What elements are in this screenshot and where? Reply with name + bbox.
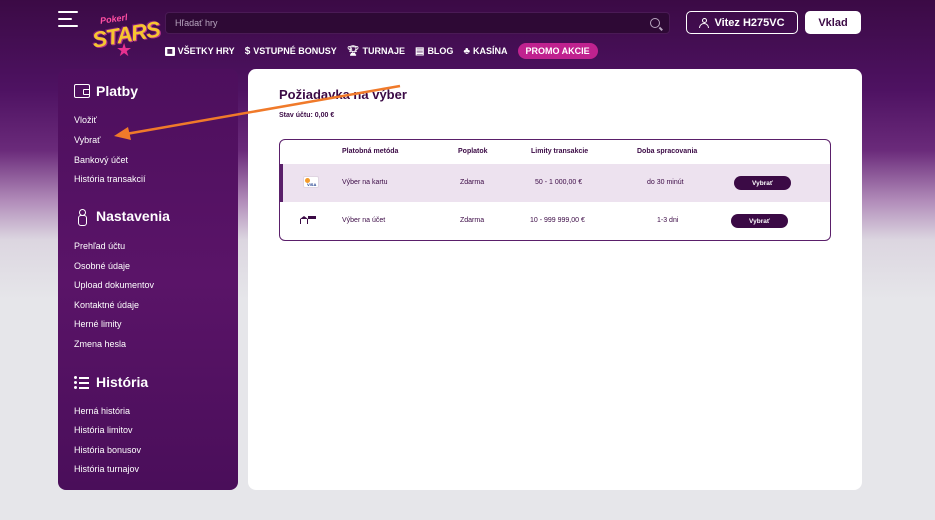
sidebar-item-limits-history[interactable]: História limitov xyxy=(74,425,133,435)
withdraw-card-button[interactable]: Vybrať xyxy=(734,176,791,190)
star-icon: ★ xyxy=(116,40,133,60)
account-balance: Stav účtu: 0,00 € xyxy=(279,112,335,119)
column-header-limits: Limity transakcie xyxy=(531,148,589,155)
sidebar-item-transaction-history[interactable]: História transakcií xyxy=(74,174,146,184)
row-method: Výber na kartu xyxy=(342,179,388,186)
row-fee: Zdarma xyxy=(460,217,485,224)
table-row[interactable]: Výber na kartu Zdarma 50 - 1 000,00 € do… xyxy=(280,164,830,202)
search-bar xyxy=(165,12,670,34)
withdraw-bank-button[interactable]: Vybrať xyxy=(731,214,788,228)
page-title: Požiadavka na výber xyxy=(279,87,407,102)
list-icon xyxy=(74,375,90,389)
section-title-settings: Nastavenia xyxy=(74,208,170,226)
withdrawal-panel: Požiadavka na výber Stav účtu: 0,00 € Pl… xyxy=(248,69,862,490)
nav-label: BLOG xyxy=(427,46,454,56)
search-input[interactable] xyxy=(166,13,669,33)
nav-label: TURNAJE xyxy=(362,46,405,56)
dollar-icon: $ xyxy=(244,45,251,57)
person-icon xyxy=(74,209,90,226)
row-method: Výber na účet xyxy=(342,217,386,224)
account-sidebar: Platby Vložiť Vybrať Bankový účet Histór… xyxy=(58,69,238,490)
sidebar-item-bank-account[interactable]: Bankový účet xyxy=(74,155,128,165)
deposit-button[interactable]: Vklad xyxy=(805,11,861,34)
sidebar-item-deposit[interactable]: Vložiť xyxy=(74,115,97,125)
table-row[interactable]: Výber na účet Zdarma 10 - 999 999,00 € 1… xyxy=(280,202,830,240)
nav-blog[interactable]: ▤ BLOG xyxy=(415,46,453,57)
nav-label: KASÍNA xyxy=(473,46,508,56)
sidebar-item-contact-data[interactable]: Kontaktné údaje xyxy=(74,300,139,310)
nav-promo-button[interactable]: PROMO AKCIE xyxy=(517,43,598,59)
section-title-payments: Platby xyxy=(74,83,138,99)
user-account-button[interactable]: Vitez H275VC xyxy=(686,11,798,34)
section-title-text: História xyxy=(96,374,149,390)
sidebar-item-game-history[interactable]: Herná história xyxy=(74,406,130,416)
nav-all-games[interactable]: ▦ VŠETKY HRY xyxy=(165,46,235,56)
payment-methods-table: Platobná metóda Poplatok Limity transakc… xyxy=(279,139,831,241)
search-icon[interactable] xyxy=(650,18,660,28)
nav-label: VŠETKY HRY xyxy=(177,46,235,56)
sidebar-item-bonus-history[interactable]: História bonusov xyxy=(74,445,141,455)
table-header: Platobná metóda Poplatok Limity transakc… xyxy=(280,140,830,164)
trophy-icon: 🏆︎ xyxy=(346,45,360,57)
sidebar-item-game-limits[interactable]: Herné limity xyxy=(74,319,122,329)
user-icon xyxy=(699,17,710,28)
sidebar-item-upload-documents[interactable]: Upload dokumentov xyxy=(74,280,154,290)
sidebar-item-account-overview[interactable]: Prehľad účtu xyxy=(74,241,125,251)
top-navigation: ▦ VŠETKY HRY $ VSTUPNÉ BONUSY 🏆︎ TURNAJE… xyxy=(165,43,598,59)
logo[interactable]: Pokerl STARS ★ xyxy=(90,12,161,60)
nav-label: VSTUPNÉ BONUSY xyxy=(253,46,337,56)
row-limits: 10 - 999 999,00 € xyxy=(530,217,585,224)
bank-icon xyxy=(300,216,316,226)
column-header-method: Platobná metóda xyxy=(342,148,399,155)
sidebar-item-personal-data[interactable]: Osobné údaje xyxy=(74,261,130,271)
visa-card-icon xyxy=(303,176,319,188)
column-header-fee: Poplatok xyxy=(458,148,488,155)
row-processing-time: 1-3 dni xyxy=(657,217,679,224)
casino-icon: ♣ xyxy=(463,45,470,57)
sidebar-item-change-password[interactable]: Zmena hesla xyxy=(74,339,126,349)
row-limits: 50 - 1 000,00 € xyxy=(535,179,583,186)
wallet-icon xyxy=(74,84,90,98)
sidebar-item-withdraw[interactable]: Vybrať xyxy=(74,135,101,145)
blog-icon: ▤ xyxy=(414,45,425,57)
nav-bonuses[interactable]: $ VSTUPNÉ BONUSY xyxy=(245,46,337,57)
column-header-processing-time: Doba spracovania xyxy=(637,148,698,155)
sidebar-item-tournament-history[interactable]: História turnajov xyxy=(74,464,139,474)
games-icon: ▦ xyxy=(165,46,175,56)
section-title-text: Platby xyxy=(96,83,139,99)
nav-casinos[interactable]: ♣ KASÍNA xyxy=(463,46,507,57)
row-fee: Zdarma xyxy=(460,179,485,186)
user-name: Vitez H275VC xyxy=(714,16,785,29)
section-title-text: Nastavenia xyxy=(96,208,170,224)
nav-tournaments[interactable]: 🏆︎ TURNAJE xyxy=(347,46,405,57)
section-title-history: História xyxy=(74,374,148,390)
menu-icon[interactable] xyxy=(58,11,78,27)
row-processing-time: do 30 minút xyxy=(647,179,684,186)
